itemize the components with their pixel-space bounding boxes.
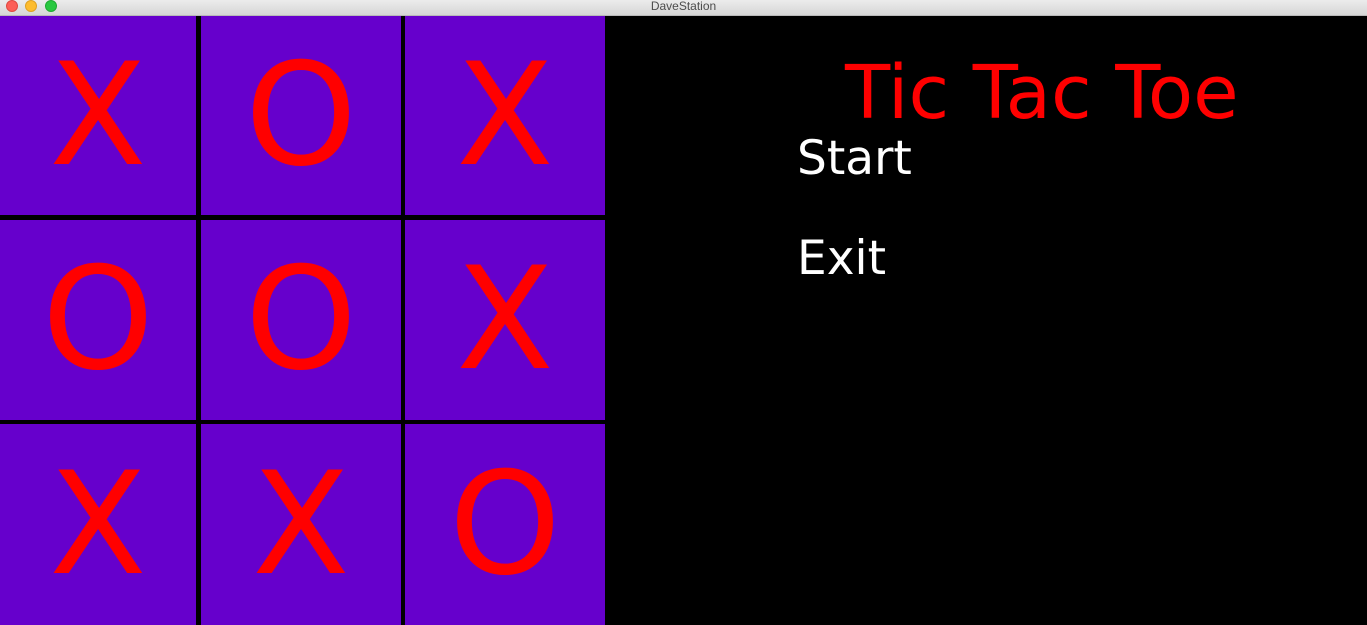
board-cell-r2-c3[interactable]: X bbox=[405, 220, 605, 420]
board-cell-r1-c2[interactable]: O bbox=[201, 16, 401, 215]
cell-mark: X bbox=[49, 32, 147, 198]
board-cell-r2-c2[interactable]: O bbox=[201, 220, 401, 420]
cell-mark: O bbox=[245, 237, 357, 402]
board-cell-r3-c2[interactable]: X bbox=[201, 424, 401, 625]
game-title: Tic Tac Toe bbox=[845, 50, 1239, 136]
cell-mark: X bbox=[456, 237, 554, 402]
board-cell-r3-c1[interactable]: X bbox=[0, 424, 196, 625]
start-menu-item[interactable]: Start bbox=[797, 135, 912, 182]
cell-mark: X bbox=[49, 441, 147, 607]
board-cell-r2-c1[interactable]: O bbox=[0, 220, 196, 420]
board-cell-r1-c1[interactable]: X bbox=[0, 16, 196, 215]
board-cell-r1-c3[interactable]: X bbox=[405, 16, 605, 215]
exit-menu-item[interactable]: Exit bbox=[797, 235, 886, 282]
cell-mark: X bbox=[456, 32, 554, 198]
tic-tac-toe-board: XOXOOXXXO bbox=[0, 16, 605, 625]
cell-mark: O bbox=[245, 32, 357, 198]
window-title: DaveStation bbox=[650, 0, 717, 13]
cell-mark: X bbox=[252, 441, 350, 607]
game-window: DaveStation XOXOOXXXO Tic Tac Toe Start … bbox=[0, 0, 1367, 625]
cell-mark: O bbox=[449, 441, 561, 607]
title-bar: DaveStation bbox=[0, 0, 1367, 16]
cell-mark: O bbox=[42, 237, 154, 402]
board-cell-r3-c3[interactable]: O bbox=[405, 424, 605, 625]
